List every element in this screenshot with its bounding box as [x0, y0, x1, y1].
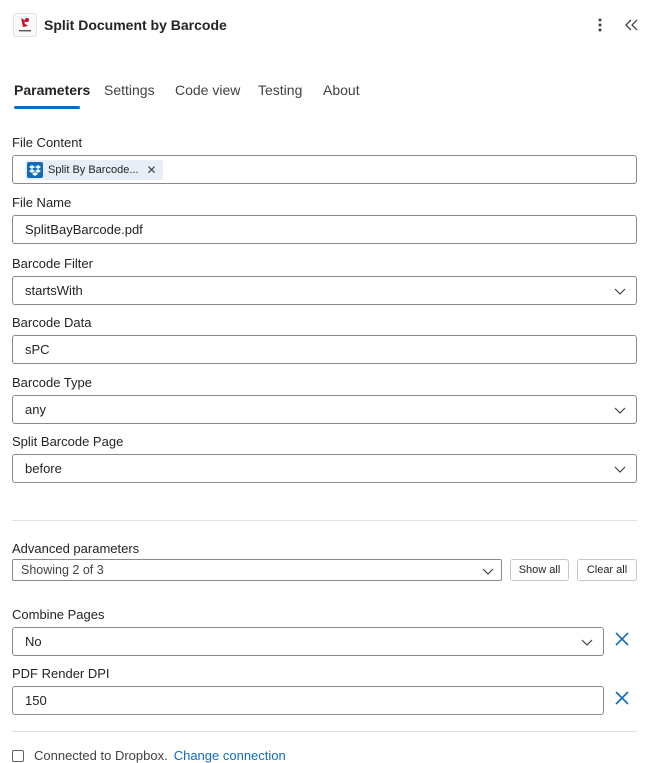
remove-pdf-dpi-button[interactable]	[612, 688, 632, 708]
advanced-parameters-select[interactable]: Showing 2 of 3	[12, 559, 502, 581]
barcode-type-label: Barcode Type	[12, 375, 92, 390]
app-title: Split Document by Barcode	[44, 17, 227, 33]
close-icon	[615, 632, 629, 646]
barcode-filter-value: startsWith	[25, 283, 83, 298]
show-all-button[interactable]: Show all	[510, 559, 569, 581]
chevron-double-left-icon	[625, 19, 638, 31]
tab-settings[interactable]: Settings	[104, 82, 155, 110]
barcode-type-value: any	[25, 402, 46, 417]
barcode-filter-label: Barcode Filter	[12, 256, 93, 271]
section-divider-bottom	[12, 731, 637, 732]
file-content-token[interactable]: Split By Barcode... ✕	[25, 159, 163, 180]
tab-code-view[interactable]: Code view	[175, 82, 240, 110]
dropbox-icon	[27, 161, 43, 178]
file-content-label: File Content	[12, 135, 83, 150]
connection-checkbox[interactable]	[12, 749, 24, 762]
barcode-type-select[interactable]: any	[12, 395, 637, 424]
tab-testing[interactable]: Testing	[258, 82, 302, 110]
more-vertical-icon	[598, 18, 602, 32]
remove-combine-pages-button[interactable]	[612, 629, 632, 649]
pdf-render-dpi-label: PDF Render DPI	[12, 666, 110, 681]
change-connection-link[interactable]: Change connection	[174, 748, 286, 763]
combine-pages-label: Combine Pages	[12, 607, 105, 622]
advanced-parameters-label: Advanced parameters	[12, 541, 140, 556]
token-label: Split By Barcode...	[48, 163, 139, 176]
app-logo	[13, 13, 37, 37]
collapse-panel-button[interactable]	[622, 15, 642, 35]
split-barcode-page-label: Split Barcode Page	[12, 434, 124, 449]
chevron-down-icon	[581, 639, 593, 646]
file-content-field[interactable]: Split By Barcode... ✕	[12, 155, 637, 184]
chevron-down-icon	[614, 466, 626, 473]
chevron-down-icon	[614, 288, 626, 295]
connection-text: Connected to Dropbox.	[34, 748, 168, 763]
pdf-render-dpi-input[interactable]: 150	[12, 686, 604, 715]
active-tab-indicator	[14, 106, 80, 109]
clear-all-button[interactable]: Clear all	[577, 559, 637, 581]
advanced-parameters-value: Showing 2 of 3	[21, 563, 104, 577]
tab-about[interactable]: About	[323, 82, 360, 110]
combine-pages-select[interactable]: No	[12, 627, 604, 656]
chevron-down-icon	[614, 407, 626, 414]
split-barcode-page-value: before	[25, 461, 62, 476]
split-barcode-page-select[interactable]: before	[12, 454, 637, 483]
barcode-data-label: Barcode Data	[12, 315, 92, 330]
combine-pages-value: No	[25, 634, 42, 649]
chevron-down-icon	[482, 568, 494, 575]
close-icon	[615, 691, 629, 705]
barcode-filter-select[interactable]: startsWith	[12, 276, 637, 305]
barcode-data-input[interactable]: sPC	[12, 335, 637, 364]
file-name-label: File Name	[12, 195, 72, 210]
remove-token-icon[interactable]: ✕	[147, 163, 157, 177]
section-divider	[12, 520, 637, 521]
file-name-input[interactable]: SplitBayBarcode.pdf	[12, 215, 637, 244]
connection-row: Connected to Dropbox. Change connection	[12, 748, 286, 763]
red-stamp-logo-icon	[19, 18, 31, 32]
more-options-button[interactable]	[590, 15, 610, 35]
